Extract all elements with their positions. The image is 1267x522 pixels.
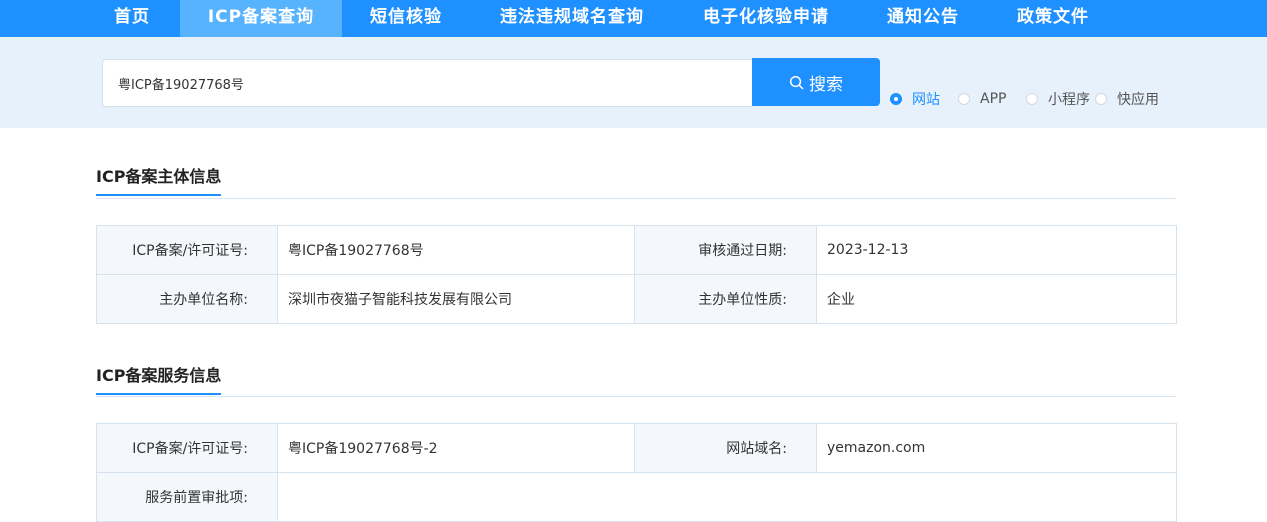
radio-label-app: APP <box>980 91 1007 107</box>
nav-notices[interactable]: 通知公告 <box>876 0 970 37</box>
label-pre-approval-items: 服务前置审批项: <box>96 472 278 522</box>
radio-unchecked-icon <box>1095 93 1107 105</box>
section-divider <box>96 198 1176 199</box>
nav-policy-docs[interactable]: 政策文件 <box>1006 0 1100 37</box>
top-nav: 首页 ICP备案查询 短信核验 违法违规域名查询 电子化核验申请 通知公告 政策… <box>0 0 1267 37</box>
label-service-license-number: ICP备案/许可证号: <box>96 423 278 473</box>
search-icon <box>789 75 809 90</box>
table-row: ICP备案/许可证号: 粤ICP备19027768号-2 网站域名: yemaz… <box>96 423 1177 473</box>
search-button-label: 搜索 <box>809 74 843 95</box>
search-input[interactable] <box>102 59 752 107</box>
nav-electronic-verify[interactable]: 电子化核验申请 <box>692 0 840 37</box>
table-row: ICP备案/许可证号: 粤ICP备19027768号 审核通过日期: 2023-… <box>96 225 1177 275</box>
value-pre-approval-items <box>277 472 1177 522</box>
radio-quick-app[interactable]: 快应用 <box>1095 90 1159 108</box>
label-organizer-name: 主办单位名称: <box>96 274 278 324</box>
search-button[interactable]: 搜索 <box>752 58 880 106</box>
value-approval-date: 2023-12-13 <box>816 225 1177 275</box>
radio-label-website: 网站 <box>912 92 940 108</box>
subject-info-table: ICP备案/许可证号: 粤ICP备19027768号 审核通过日期: 2023-… <box>96 225 1177 324</box>
table-row: 主办单位名称: 深圳市夜猫子智能科技发展有限公司 主办单位性质: 企业 <box>96 274 1177 324</box>
nav-illegal-domain-query[interactable]: 违法违规域名查询 <box>490 0 654 37</box>
section-divider <box>96 396 1176 397</box>
value-website-domain: yemazon.com <box>816 423 1177 473</box>
nav-sms-verify[interactable]: 短信核验 <box>352 0 460 37</box>
value-organizer-name: 深圳市夜猫子智能科技发展有限公司 <box>277 274 635 324</box>
radio-checked-icon <box>890 93 902 105</box>
nav-icp-query[interactable]: ICP备案查询 <box>180 0 342 37</box>
table-row: 服务前置审批项: <box>96 472 1177 522</box>
label-license-number: ICP备案/许可证号: <box>96 225 278 275</box>
value-service-license-number: 粤ICP备19027768号-2 <box>277 423 635 473</box>
service-info-table: ICP备案/许可证号: 粤ICP备19027768号-2 网站域名: yemaz… <box>96 423 1177 522</box>
label-organizer-type: 主办单位性质: <box>634 274 817 324</box>
nav-home[interactable]: 首页 <box>96 0 168 37</box>
value-organizer-type: 企业 <box>816 274 1177 324</box>
radio-unchecked-icon <box>1026 93 1038 105</box>
radio-label-mini-program: 小程序 <box>1048 92 1090 108</box>
label-website-domain: 网站域名: <box>634 423 817 473</box>
radio-website[interactable]: 网站 <box>890 90 940 108</box>
radio-app[interactable]: APP <box>958 90 1006 108</box>
service-section-title: ICP备案服务信息 <box>96 362 222 395</box>
radio-unchecked-icon <box>958 93 970 105</box>
search-band: 搜索 网站 APP 小程序 快应用 <box>0 37 1267 128</box>
value-license-number: 粤ICP备19027768号 <box>277 225 635 275</box>
label-approval-date: 审核通过日期: <box>634 225 817 275</box>
radio-mini-program[interactable]: 小程序 <box>1026 90 1090 108</box>
subject-section-title: ICP备案主体信息 <box>96 163 222 196</box>
radio-label-quick-app: 快应用 <box>1117 92 1159 108</box>
